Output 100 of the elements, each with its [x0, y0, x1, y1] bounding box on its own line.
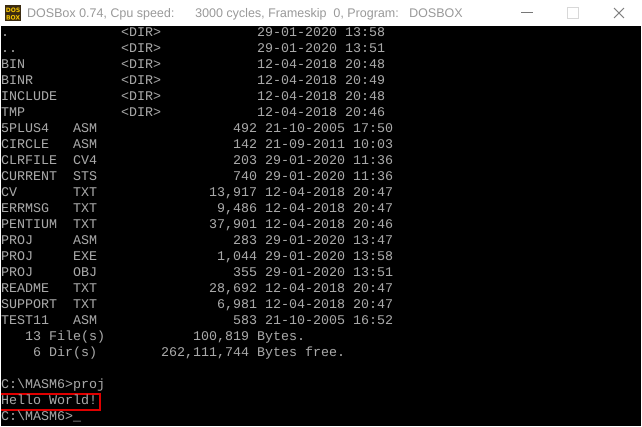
directory-tag: <DIR>	[121, 42, 257, 58]
file-size: 583	[232, 314, 257, 330]
file-name: CIRCLE	[1, 138, 50, 154]
file-name: INCLUDE	[1, 90, 58, 106]
file-date: 21-10-2005	[265, 122, 346, 138]
console-line: C:\MASM6>proj	[1, 377, 106, 394]
directory-tag: <DIR>	[121, 58, 257, 74]
file-name: SUPPORT	[1, 298, 58, 314]
file-date: 29-01-2020	[265, 154, 346, 170]
file-extension: CV4	[73, 154, 97, 170]
file-extension: ASM	[73, 234, 97, 250]
file-time: 16:52	[353, 314, 393, 330]
file-date: 12-04-2018	[257, 90, 338, 106]
file-date: 29-01-2020	[257, 42, 338, 58]
file-name: BIN	[1, 58, 26, 74]
file-size: 203	[232, 154, 257, 170]
file-size: 355	[232, 266, 257, 282]
file-time: 20:46	[345, 106, 385, 122]
file-name: ..	[1, 42, 18, 58]
byte-total: 262,111,744	[160, 346, 249, 362]
file-date: 12-04-2018	[257, 106, 338, 122]
file-size: 13,917	[208, 186, 257, 202]
file-time: 13:58	[345, 26, 385, 42]
file-extension: TXT	[73, 298, 97, 314]
file-extension: ASM	[73, 138, 97, 154]
file-extension: STS	[73, 170, 97, 186]
file-size: 1,044	[216, 250, 257, 266]
file-time: 20:48	[345, 90, 385, 106]
file-time: 20:48	[345, 58, 385, 74]
file-name: BINR	[1, 74, 34, 90]
file-name: PROJ	[1, 266, 34, 282]
maximize-icon	[567, 7, 579, 19]
file-date: 12-04-2018	[265, 298, 346, 314]
file-time: 10:03	[353, 138, 393, 154]
byte-total: 100,819	[192, 330, 249, 346]
file-size: 142	[232, 138, 257, 154]
file-date: 12-04-2018	[265, 186, 346, 202]
file-date: 29-01-2020	[257, 26, 338, 42]
count-label: Dir(s)	[49, 346, 98, 362]
file-extension: TXT	[73, 218, 97, 234]
file-time: 17:50	[353, 122, 393, 138]
file-time: 20:49	[345, 74, 385, 90]
directory-tag: <DIR>	[121, 106, 257, 122]
file-time: 20:46	[353, 218, 393, 234]
file-name: PROJ	[1, 250, 34, 266]
console-line: C:\MASM6>_	[1, 409, 82, 426]
file-name: CURRENT	[1, 170, 58, 186]
file-time: 13:51	[353, 266, 393, 282]
file-date: 12-04-2018	[265, 282, 346, 298]
file-name: PROJ	[1, 234, 34, 250]
bytes-label: Bytes.	[257, 330, 305, 346]
file-date: 12-04-2018	[257, 74, 338, 90]
file-time: 13:51	[345, 42, 385, 58]
file-name: CV	[1, 186, 18, 202]
file-name: README	[1, 282, 50, 298]
file-name: CLRFILE	[1, 154, 58, 170]
file-size: 6,981	[216, 298, 257, 314]
file-size: 283	[232, 234, 257, 250]
file-size: 37,901	[208, 218, 257, 234]
file-date: 29-01-2020	[265, 250, 346, 266]
file-name: TEST11	[1, 314, 50, 330]
file-name: .	[1, 26, 10, 42]
file-extension: OBJ	[73, 266, 97, 282]
file-size: 492	[232, 122, 257, 138]
close-icon	[613, 7, 625, 19]
file-extension: TXT	[73, 202, 97, 218]
file-date: 29-01-2020	[265, 170, 346, 186]
file-size: 740	[232, 170, 257, 186]
file-name: PENTIUM	[1, 218, 58, 234]
file-time: 20:47	[353, 298, 393, 314]
file-extension: ASM	[73, 122, 97, 138]
file-time: 11:36	[353, 154, 393, 170]
file-size: 28,692	[208, 282, 257, 298]
window-title: DOSBox 0.74, Cpu speed: 3000 cycles, Frameskip 0, Program: DOSBOX	[27, 6, 463, 20]
item-count: 13	[24, 330, 41, 346]
file-extension: EXE	[73, 250, 97, 266]
file-time: 13:47	[353, 234, 393, 250]
file-extension: TXT	[73, 282, 97, 298]
file-extension: TXT	[73, 186, 97, 202]
directory-tag: <DIR>	[121, 90, 257, 106]
directory-tag: <DIR>	[121, 74, 257, 90]
file-name: ERRMSG	[1, 202, 50, 218]
bytes-label: Bytes free.	[257, 346, 345, 362]
file-date: 29-01-2020	[265, 234, 346, 250]
file-extension: ASM	[73, 314, 97, 330]
file-time: 20:47	[353, 282, 393, 298]
file-time: 20:47	[353, 186, 393, 202]
file-date: 12-04-2018	[265, 202, 346, 218]
file-time: 11:36	[353, 170, 393, 186]
file-name: 5PLUS4	[1, 122, 50, 138]
item-count: 6	[32, 346, 41, 362]
file-date: 21-10-2005	[265, 314, 346, 330]
file-time: 20:47	[353, 202, 393, 218]
directory-tag: <DIR>	[121, 26, 257, 42]
file-time: 13:58	[353, 250, 393, 266]
count-label: File(s)	[49, 330, 105, 346]
file-size: 9,486	[216, 202, 257, 218]
file-date: 21-09-2011	[265, 138, 346, 154]
file-name: TMP	[1, 106, 26, 122]
file-date: 12-04-2018	[265, 218, 346, 234]
